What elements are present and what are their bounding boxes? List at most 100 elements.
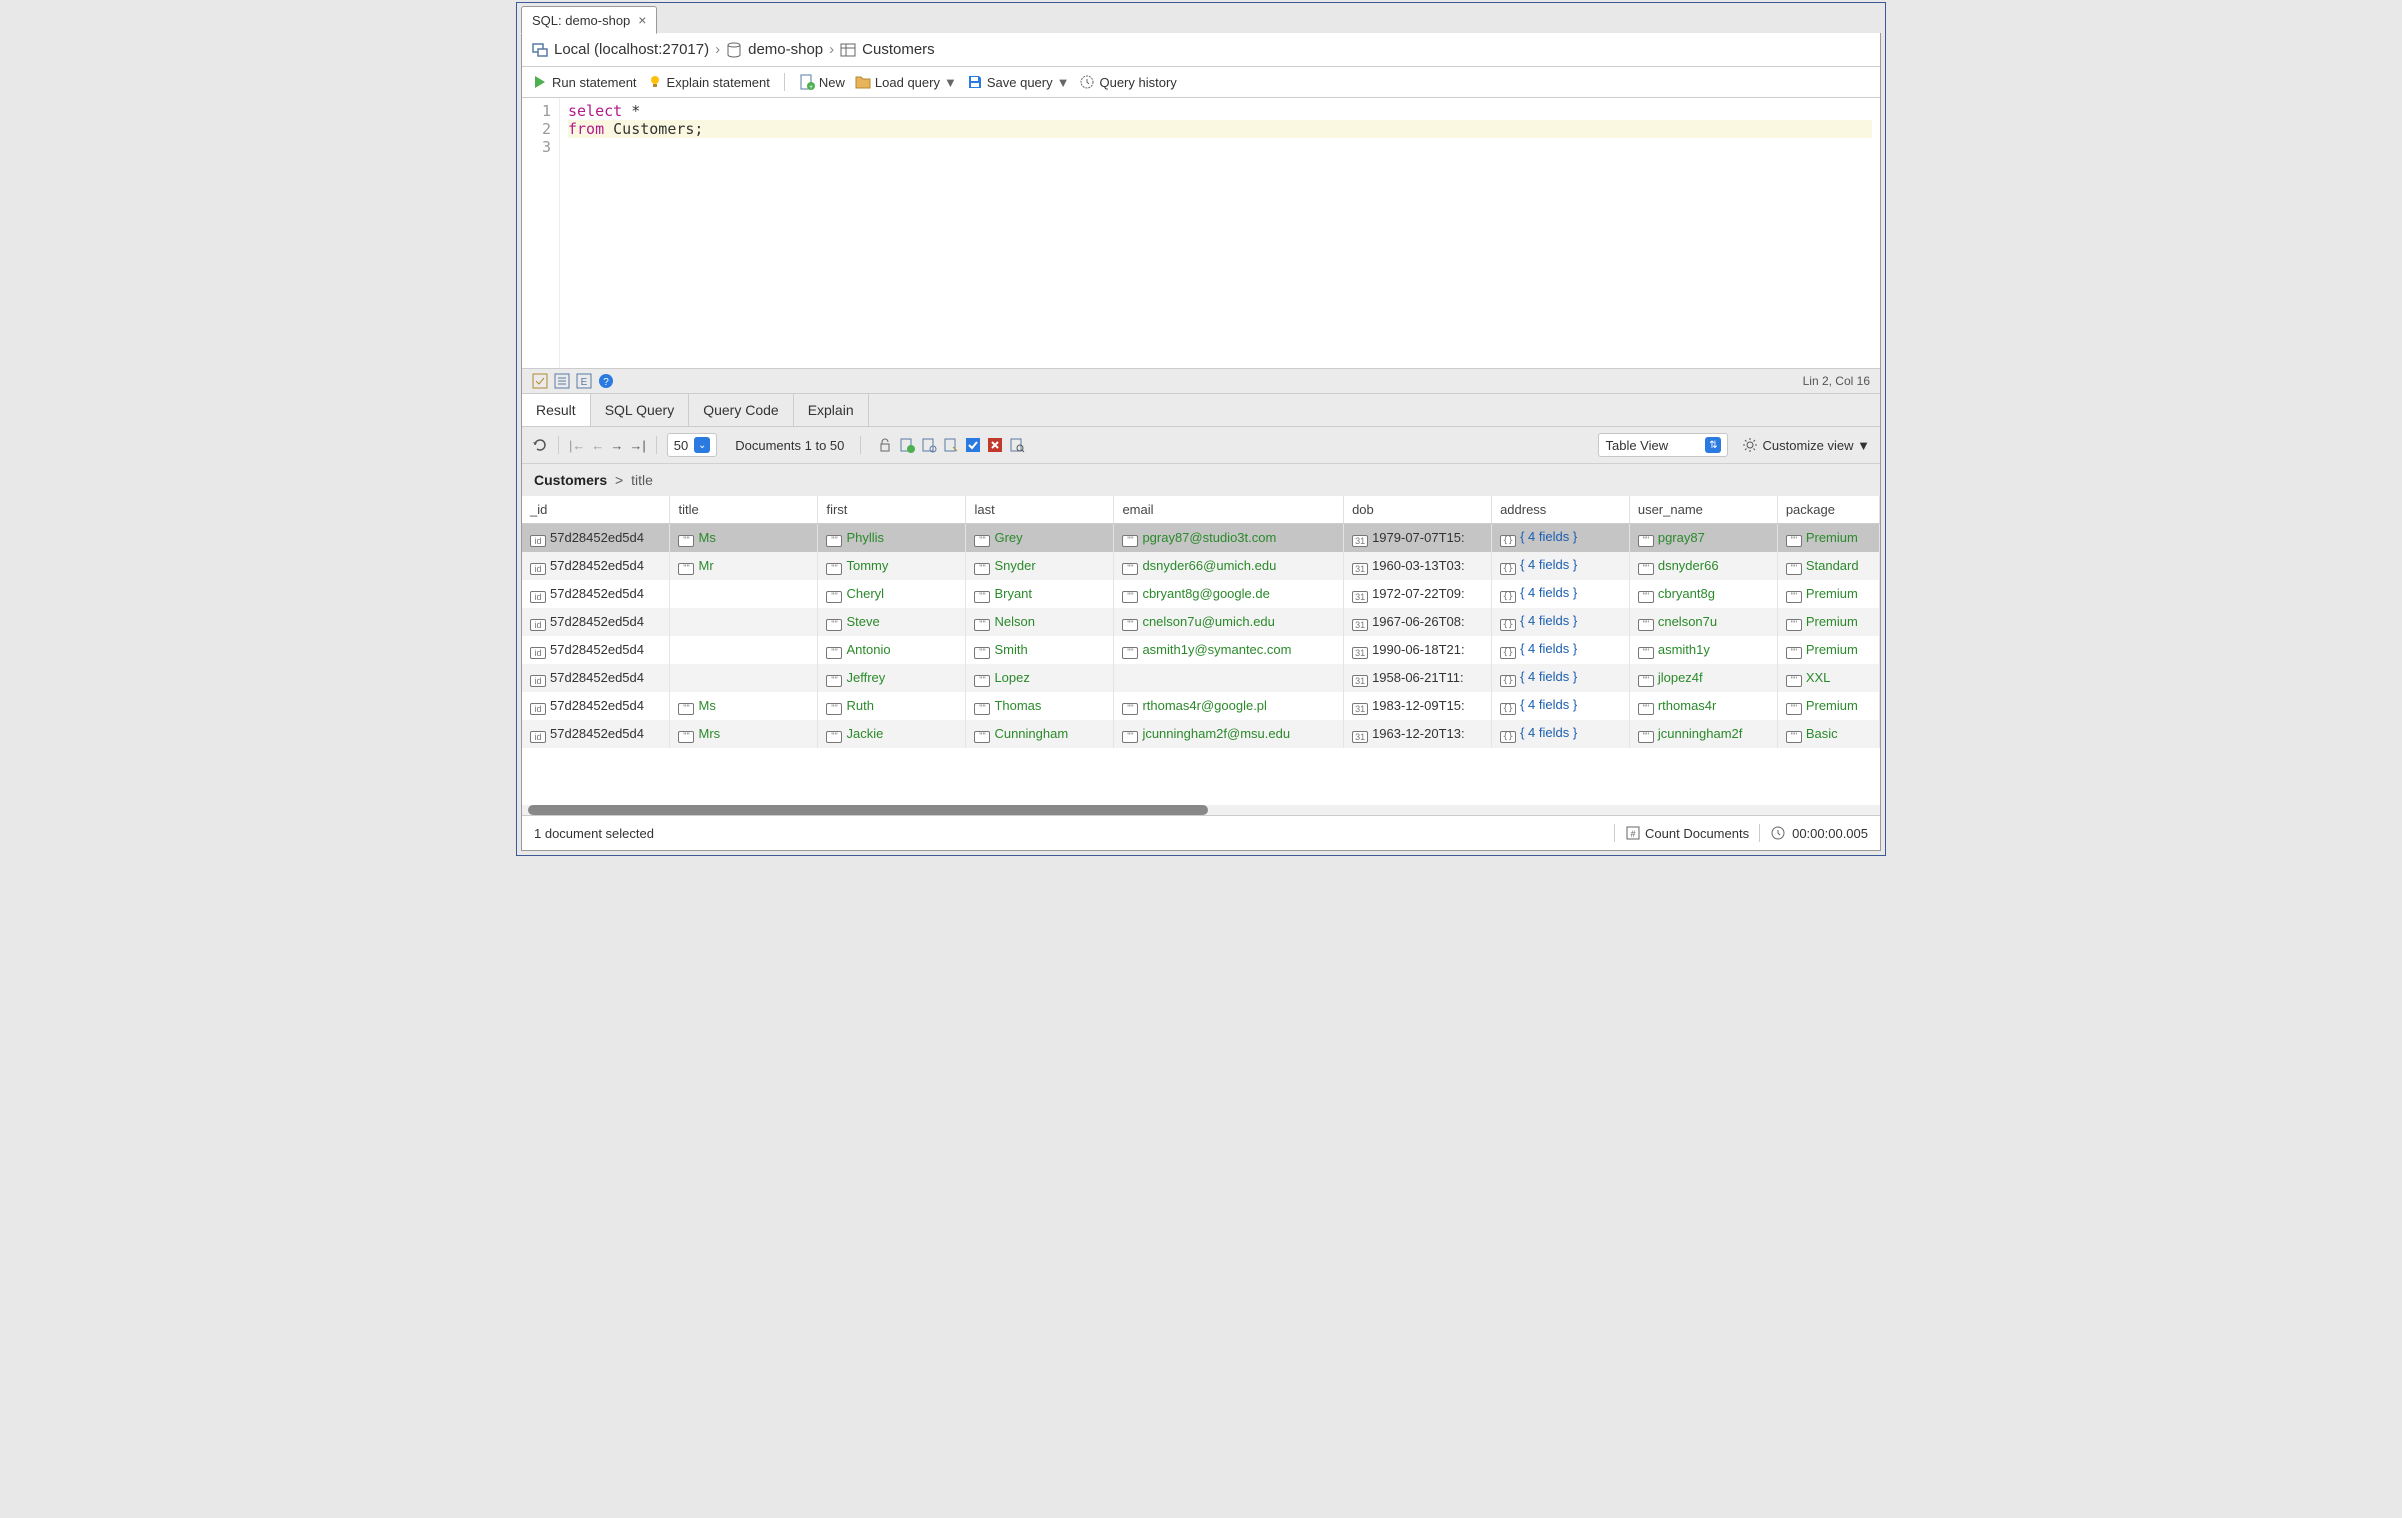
prev-page-icon[interactable]: ←	[591, 438, 604, 453]
table-cell[interactable]: Grey	[966, 524, 1114, 553]
table-cell[interactable]: 1960-03-13T03:	[1344, 552, 1492, 580]
next-page-icon[interactable]: →	[610, 438, 623, 453]
table-cell[interactable]: cnelson7u@umich.edu	[1114, 608, 1344, 636]
table-cell[interactable]: Standard	[1777, 552, 1879, 580]
table-cell[interactable]: Lopez	[966, 664, 1114, 692]
table-cell[interactable]: asmith1y	[1629, 636, 1777, 664]
save-button[interactable]: Save query ▼	[967, 74, 1070, 90]
column-header[interactable]: last	[966, 496, 1114, 524]
result-table[interactable]: _idtitlefirstlastemaildobaddressuser_nam…	[522, 496, 1880, 805]
table-cell[interactable]: Premium	[1777, 636, 1879, 664]
editor-option-icon[interactable]	[554, 373, 570, 389]
table-cell[interactable]: Thomas	[966, 692, 1114, 720]
path-field[interactable]: title	[631, 472, 653, 488]
tab-explain[interactable]: Explain	[794, 394, 869, 426]
table-cell[interactable]: { 4 fields }	[1492, 636, 1630, 664]
table-cell[interactable]	[670, 580, 818, 608]
close-icon[interactable]: ×	[638, 12, 646, 28]
table-cell[interactable]	[1114, 664, 1344, 692]
table-cell[interactable]	[670, 608, 818, 636]
table-cell[interactable]: 57d28452ed5d4	[522, 720, 670, 748]
table-cell[interactable]: Smith	[966, 636, 1114, 664]
table-cell[interactable]: asmith1y@symantec.com	[1114, 636, 1344, 664]
table-cell[interactable]: Nelson	[966, 608, 1114, 636]
table-cell[interactable]: Antonio	[818, 636, 966, 664]
table-cell[interactable]: Mrs	[670, 720, 818, 748]
tab-sql-query[interactable]: SQL Query	[591, 394, 690, 426]
table-row[interactable]: 57d28452ed5d4SteveNelsoncnelson7u@umich.…	[522, 608, 1880, 636]
column-header[interactable]: dob	[1344, 496, 1492, 524]
table-cell[interactable]: 1972-07-22T09:	[1344, 580, 1492, 608]
table-cell[interactable]: Ms	[670, 692, 818, 720]
refresh-icon[interactable]	[532, 437, 548, 453]
count-documents-button[interactable]: # Count Documents	[1625, 825, 1749, 841]
table-row[interactable]: 57d28452ed5d4MrsJackieCunninghamjcunning…	[522, 720, 1880, 748]
table-cell[interactable]: cbryant8g@google.de	[1114, 580, 1344, 608]
new-button[interactable]: + New	[799, 74, 845, 90]
column-header[interactable]: address	[1492, 496, 1630, 524]
table-cell[interactable]: 57d28452ed5d4	[522, 636, 670, 664]
column-header[interactable]: _id	[522, 496, 670, 524]
table-cell[interactable]: 1963-12-20T13:	[1344, 720, 1492, 748]
column-header[interactable]: user_name	[1629, 496, 1777, 524]
limit-select[interactable]: 50 ⌄	[667, 433, 717, 457]
column-header[interactable]: first	[818, 496, 966, 524]
horizontal-scrollbar[interactable]	[522, 805, 1880, 815]
table-cell[interactable]: Tommy	[818, 552, 966, 580]
table-row[interactable]: 57d28452ed5d4MrTommySnyderdsnyder66@umic…	[522, 552, 1880, 580]
table-row[interactable]: 57d28452ed5d4MsPhyllisGreypgray87@studio…	[522, 524, 1880, 553]
breadcrumb-database[interactable]: demo-shop	[748, 41, 823, 58]
table-cell[interactable]: dsnyder66	[1629, 552, 1777, 580]
sql-editor[interactable]: 1 2 3 select * from Customers;	[522, 98, 1880, 368]
table-cell[interactable]: Mr	[670, 552, 818, 580]
table-cell[interactable]: Basic	[1777, 720, 1879, 748]
table-cell[interactable]: 1983-12-09T15:	[1344, 692, 1492, 720]
table-cell[interactable]: { 4 fields }	[1492, 552, 1630, 580]
table-cell[interactable]: jcunningham2f	[1629, 720, 1777, 748]
table-row[interactable]: 57d28452ed5d4CherylBryantcbryant8g@googl…	[522, 580, 1880, 608]
table-cell[interactable]: cbryant8g	[1629, 580, 1777, 608]
view-mode-select[interactable]: Table View ⇅	[1598, 433, 1728, 457]
lock-icon[interactable]	[877, 437, 893, 453]
table-cell[interactable]: rthomas4r@google.pl	[1114, 692, 1344, 720]
table-cell[interactable]: Premium	[1777, 524, 1879, 553]
table-cell[interactable]: 57d28452ed5d4	[522, 524, 670, 553]
tab-result[interactable]: Result	[522, 394, 591, 426]
table-row[interactable]: 57d28452ed5d4MsRuthThomasrthomas4r@googl…	[522, 692, 1880, 720]
table-cell[interactable]: Jeffrey	[818, 664, 966, 692]
table-cell[interactable]	[670, 664, 818, 692]
help-icon[interactable]: ?	[598, 373, 614, 389]
table-cell[interactable]: 1967-06-26T08:	[1344, 608, 1492, 636]
table-cell[interactable]: 1958-06-21T11:	[1344, 664, 1492, 692]
table-cell[interactable]: pgray87	[1629, 524, 1777, 553]
explain-button[interactable]: Explain statement	[647, 74, 770, 90]
table-cell[interactable]: 57d28452ed5d4	[522, 552, 670, 580]
table-cell[interactable]: dsnyder66@umich.edu	[1114, 552, 1344, 580]
table-cell[interactable]: Ruth	[818, 692, 966, 720]
table-cell[interactable]: { 4 fields }	[1492, 580, 1630, 608]
table-cell[interactable]: 57d28452ed5d4	[522, 580, 670, 608]
search-doc-icon[interactable]	[1009, 437, 1025, 453]
table-cell[interactable]: XXL	[1777, 664, 1879, 692]
editor-option-icon[interactable]: E	[576, 373, 592, 389]
delete-icon[interactable]	[987, 437, 1003, 453]
validate-icon[interactable]	[965, 437, 981, 453]
table-cell[interactable]: Cheryl	[818, 580, 966, 608]
table-cell[interactable]: jlopez4f	[1629, 664, 1777, 692]
path-collection[interactable]: Customers	[534, 472, 607, 488]
load-button[interactable]: Load query ▼	[855, 74, 957, 90]
editor-option-icon[interactable]	[532, 373, 548, 389]
table-cell[interactable]: Steve	[818, 608, 966, 636]
column-header[interactable]: package	[1777, 496, 1879, 524]
table-cell[interactable]: { 4 fields }	[1492, 664, 1630, 692]
table-cell[interactable]: Jackie	[818, 720, 966, 748]
editor-code[interactable]: select * from Customers;	[560, 98, 1880, 368]
first-page-icon[interactable]: |←	[569, 438, 585, 453]
history-button[interactable]: Query history	[1079, 74, 1176, 90]
table-cell[interactable]: { 4 fields }	[1492, 720, 1630, 748]
table-row[interactable]: 57d28452ed5d4JeffreyLopez1958-06-21T11:{…	[522, 664, 1880, 692]
breadcrumb-collection[interactable]: Customers	[862, 41, 935, 58]
table-cell[interactable]: 1990-06-18T21:	[1344, 636, 1492, 664]
table-cell[interactable]: 1979-07-07T15:	[1344, 524, 1492, 553]
run-button[interactable]: Run statement	[532, 74, 637, 90]
